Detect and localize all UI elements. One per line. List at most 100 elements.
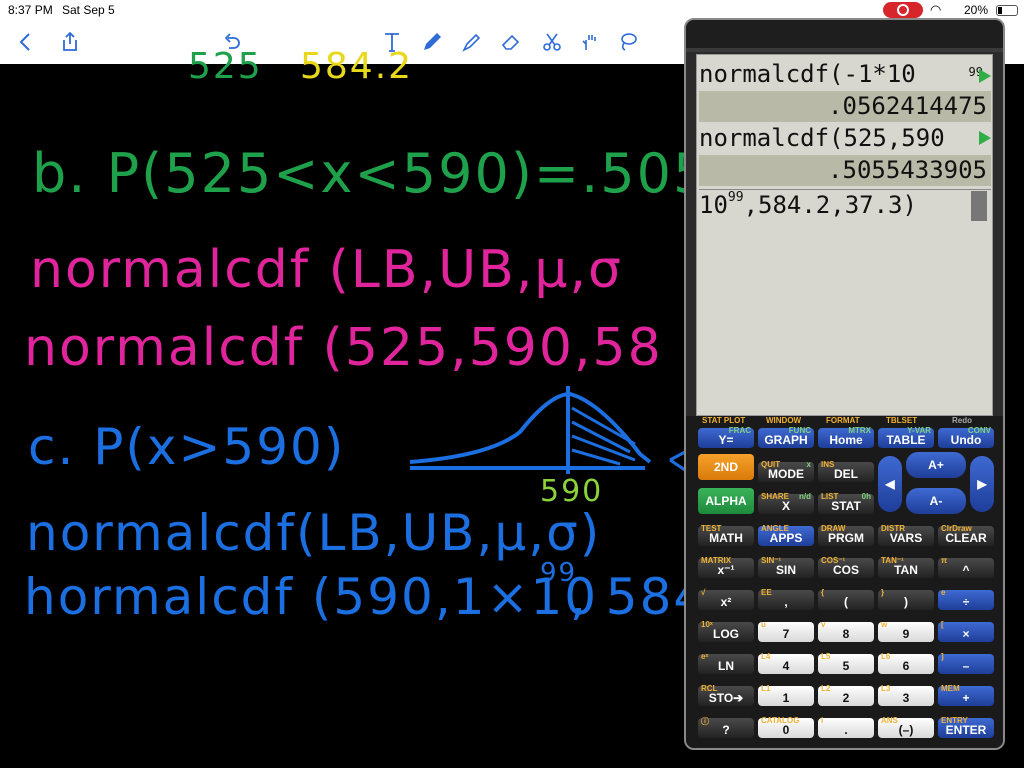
overflow-arrow-icon <box>979 69 991 83</box>
calculator-title-bar[interactable] <box>686 20 1003 48</box>
key-label: × <box>962 627 970 641</box>
screen-recording-indicator[interactable] <box>883 2 923 18</box>
key-power[interactable]: π ^ <box>938 556 994 578</box>
key-second-label: ] <box>941 652 944 661</box>
key-x[interactable]: SHARE n/d X <box>758 492 814 514</box>
key-label: X <box>781 499 790 513</box>
note-line-c-formula: normalcdf(LB,UB,μ,σ) <box>26 504 602 562</box>
status-date: Sat Sep 5 <box>62 3 115 17</box>
key-graph[interactable]: FUNC GRAPH <box>758 426 814 448</box>
key-2[interactable]: L2 2 <box>818 684 874 706</box>
key-open-paren[interactable]: {( <box>818 588 874 610</box>
key-math[interactable]: TEST MATH <box>698 524 754 546</box>
highlighter-icon[interactable] <box>458 28 486 56</box>
arrow-left-key[interactable]: ◀ <box>878 456 902 512</box>
key-label: , <box>784 595 788 609</box>
entry-exponent: 99 <box>727 190 744 205</box>
overflow-arrow-icon <box>979 131 991 145</box>
key-store[interactable]: RCL STO➔ <box>698 684 754 706</box>
key-label: + <box>962 691 970 705</box>
pen-icon[interactable] <box>418 28 446 56</box>
key-second-label: i <box>821 716 824 725</box>
key-del[interactable]: INS DEL <box>818 460 874 482</box>
direction-pad: ◀ A+ A- ▶ <box>878 452 996 516</box>
key-clear[interactable]: ClrDraw CLEAR <box>938 524 994 546</box>
key-label: Y= <box>718 433 734 447</box>
key-apps[interactable]: ANGLE APPS <box>758 524 814 546</box>
eraser-icon[interactable] <box>497 28 525 56</box>
arrow-down-key[interactable]: A- <box>906 488 966 514</box>
entry-line[interactable]: 1099,584.2,37.3) <box>699 189 991 220</box>
scissors-icon[interactable] <box>538 28 566 56</box>
key-stat[interactable]: LIST 0h STAT <box>818 492 874 514</box>
key-log[interactable]: 10ˣ LOG <box>698 620 754 642</box>
arrow-up-key[interactable]: A+ <box>906 452 966 478</box>
back-icon[interactable] <box>12 28 40 56</box>
key-mode[interactable]: QUIT x MODE <box>758 460 814 482</box>
key-subtract[interactable]: ] – <box>938 652 994 674</box>
text-cursor <box>971 191 987 221</box>
key-9[interactable]: w9 <box>878 620 934 642</box>
key-decimal[interactable]: i. <box>818 716 874 738</box>
key-divide[interactable]: e ÷ <box>938 588 994 610</box>
key-multiply[interactable]: [× <box>938 620 994 642</box>
key-label: x⁻¹ <box>717 563 735 577</box>
key-y-equals[interactable]: FRAC Y= <box>698 426 754 448</box>
calculator-drag-handle[interactable] <box>686 48 1003 52</box>
key-sin[interactable]: SIN⁻¹ SIN <box>758 556 814 578</box>
key-label: ÷ <box>962 595 970 609</box>
lasso-icon[interactable] <box>614 28 642 56</box>
history-line-1: normalcdf(-1*10 99 <box>699 59 991 90</box>
key-label: MATH <box>709 531 743 545</box>
arrow-right-key[interactable]: ▶ <box>970 456 994 512</box>
hand-icon[interactable] <box>576 28 604 56</box>
key-add[interactable]: MEM + <box>938 684 994 706</box>
key-help[interactable]: ⓘ? <box>698 717 754 738</box>
key-4[interactable]: L4 4 <box>758 652 814 674</box>
key-prgm[interactable]: DRAW PRGM <box>818 524 874 546</box>
key-table[interactable]: Y-VAR TABLE <box>878 426 934 448</box>
key-second-label: L1 <box>761 684 771 693</box>
key-inverse[interactable]: MATRIX x⁻¹ <box>698 556 754 578</box>
calculator-app[interactable]: normalcdf(-1*10 99 .0562414475 normalcdf… <box>684 18 1005 750</box>
key-7[interactable]: u7 <box>758 620 814 642</box>
key-6[interactable]: L6 6 <box>878 652 934 674</box>
key-label: 2 <box>842 691 850 705</box>
key-1[interactable]: L1 1 <box>758 684 814 706</box>
key-tan[interactable]: TAN⁻¹ TAN <box>878 556 934 578</box>
label-redo: Redo <box>952 416 972 425</box>
key-vars[interactable]: DISTR VARS <box>878 524 934 546</box>
key-close-paren[interactable]: }) <box>878 588 934 610</box>
key-square[interactable]: √ x² <box>698 588 754 610</box>
key-second-label: INS <box>821 460 835 469</box>
key-alpha[interactable]: ALPHA <box>698 488 754 514</box>
key-0[interactable]: CATALOG 0 <box>758 716 814 738</box>
share-icon[interactable] <box>56 28 84 56</box>
key-cos[interactable]: COS⁻¹ COS <box>818 556 874 578</box>
note-line-b: b. P(525<x<590)=.5055 <box>32 142 746 205</box>
key-label: TABLE <box>886 433 926 447</box>
key-ln[interactable]: eˣ LN <box>698 652 754 674</box>
key-label: 4 <box>782 659 790 673</box>
key-second-label: L4 <box>761 652 771 661</box>
key-comma[interactable]: EE, <box>758 588 814 610</box>
key-enter[interactable]: ENTRY ENTER <box>938 716 994 738</box>
key-second-label: L2 <box>821 684 831 693</box>
key-label: 6 <box>902 659 910 673</box>
key-8[interactable]: v8 <box>818 620 874 642</box>
key-label: STAT <box>831 499 861 513</box>
key-second-label: L6 <box>881 652 891 661</box>
key-5[interactable]: L5 5 <box>818 652 874 674</box>
key-label: ? <box>722 723 730 737</box>
key-3[interactable]: L3 3 <box>878 684 934 706</box>
key-alpha-label: x <box>806 460 811 469</box>
key-undo[interactable]: CONV Undo <box>938 426 994 448</box>
history-line-1-text: normalcdf(-1*10 <box>699 60 916 88</box>
key-negative[interactable]: ANS (–) <box>878 716 934 738</box>
key-second-label: MEM <box>941 684 960 693</box>
key-2nd[interactable]: 2ND <box>698 454 754 480</box>
key-home[interactable]: MTRX Home <box>818 426 874 448</box>
key-label: LN <box>718 659 734 673</box>
arrow-up-label: A+ <box>928 457 944 472</box>
key-label: ( <box>844 595 848 609</box>
